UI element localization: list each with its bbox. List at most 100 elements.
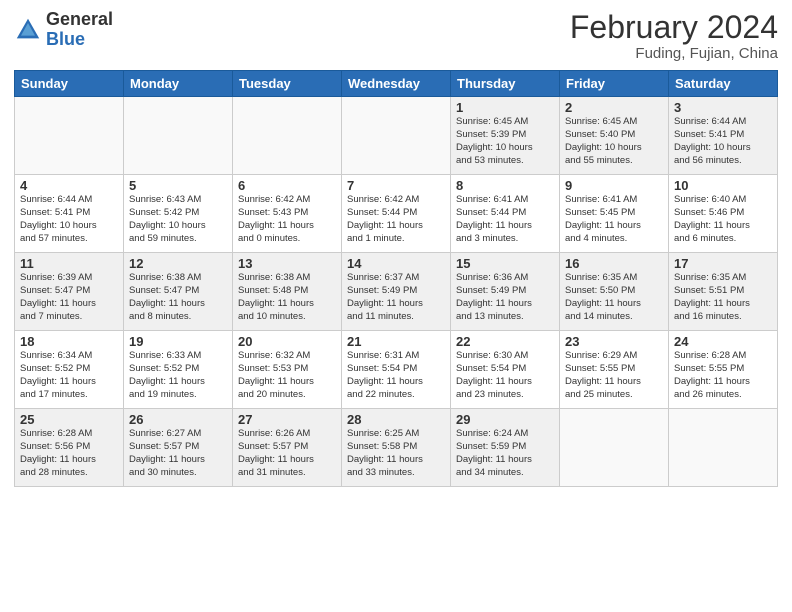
- calendar-cell: [669, 409, 778, 487]
- day-number: 26: [129, 412, 227, 427]
- calendar-cell: 23Sunrise: 6:29 AM Sunset: 5:55 PM Dayli…: [560, 331, 669, 409]
- calendar-cell: 3Sunrise: 6:44 AM Sunset: 5:41 PM Daylig…: [669, 97, 778, 175]
- day-number: 6: [238, 178, 336, 193]
- calendar-cell: 25Sunrise: 6:28 AM Sunset: 5:56 PM Dayli…: [15, 409, 124, 487]
- title-block: February 2024 Fuding, Fujian, China: [570, 10, 778, 62]
- day-number: 15: [456, 256, 554, 271]
- calendar-cell: 29Sunrise: 6:24 AM Sunset: 5:59 PM Dayli…: [451, 409, 560, 487]
- day-number: 3: [674, 100, 772, 115]
- day-number: 23: [565, 334, 663, 349]
- day-info: Sunrise: 6:43 AM Sunset: 5:42 PM Dayligh…: [129, 194, 227, 245]
- header: General Blue February 2024 Fuding, Fujia…: [14, 10, 778, 62]
- calendar-cell: 19Sunrise: 6:33 AM Sunset: 5:52 PM Dayli…: [124, 331, 233, 409]
- calendar-cell: 27Sunrise: 6:26 AM Sunset: 5:57 PM Dayli…: [233, 409, 342, 487]
- weekday-header-row: Sunday Monday Tuesday Wednesday Thursday…: [15, 71, 778, 97]
- day-number: 29: [456, 412, 554, 427]
- day-info: Sunrise: 6:37 AM Sunset: 5:49 PM Dayligh…: [347, 272, 445, 323]
- day-number: 25: [20, 412, 118, 427]
- day-number: 5: [129, 178, 227, 193]
- logo-blue-text: Blue: [46, 30, 113, 50]
- calendar-cell: [15, 97, 124, 175]
- day-info: Sunrise: 6:42 AM Sunset: 5:44 PM Dayligh…: [347, 194, 445, 245]
- month-year-title: February 2024: [570, 10, 778, 45]
- day-info: Sunrise: 6:45 AM Sunset: 5:39 PM Dayligh…: [456, 116, 554, 167]
- day-info: Sunrise: 6:42 AM Sunset: 5:43 PM Dayligh…: [238, 194, 336, 245]
- calendar-cell: [233, 97, 342, 175]
- day-number: 28: [347, 412, 445, 427]
- day-number: 2: [565, 100, 663, 115]
- day-info: Sunrise: 6:44 AM Sunset: 5:41 PM Dayligh…: [20, 194, 118, 245]
- day-number: 18: [20, 334, 118, 349]
- day-info: Sunrise: 6:45 AM Sunset: 5:40 PM Dayligh…: [565, 116, 663, 167]
- calendar-cell: 5Sunrise: 6:43 AM Sunset: 5:42 PM Daylig…: [124, 175, 233, 253]
- calendar-cell: 26Sunrise: 6:27 AM Sunset: 5:57 PM Dayli…: [124, 409, 233, 487]
- calendar-cell: 28Sunrise: 6:25 AM Sunset: 5:58 PM Dayli…: [342, 409, 451, 487]
- day-number: 17: [674, 256, 772, 271]
- calendar-cell: [560, 409, 669, 487]
- calendar-week-1: 1Sunrise: 6:45 AM Sunset: 5:39 PM Daylig…: [15, 97, 778, 175]
- calendar-cell: [124, 97, 233, 175]
- calendar-cell: 17Sunrise: 6:35 AM Sunset: 5:51 PM Dayli…: [669, 253, 778, 331]
- header-friday: Friday: [560, 71, 669, 97]
- logo-text: General Blue: [46, 10, 113, 50]
- day-number: 16: [565, 256, 663, 271]
- day-info: Sunrise: 6:33 AM Sunset: 5:52 PM Dayligh…: [129, 350, 227, 401]
- header-tuesday: Tuesday: [233, 71, 342, 97]
- header-monday: Monday: [124, 71, 233, 97]
- calendar-cell: 6Sunrise: 6:42 AM Sunset: 5:43 PM Daylig…: [233, 175, 342, 253]
- day-info: Sunrise: 6:28 AM Sunset: 5:55 PM Dayligh…: [674, 350, 772, 401]
- day-info: Sunrise: 6:32 AM Sunset: 5:53 PM Dayligh…: [238, 350, 336, 401]
- header-wednesday: Wednesday: [342, 71, 451, 97]
- day-number: 22: [456, 334, 554, 349]
- day-info: Sunrise: 6:25 AM Sunset: 5:58 PM Dayligh…: [347, 428, 445, 479]
- day-info: Sunrise: 6:28 AM Sunset: 5:56 PM Dayligh…: [20, 428, 118, 479]
- calendar-cell: 1Sunrise: 6:45 AM Sunset: 5:39 PM Daylig…: [451, 97, 560, 175]
- day-info: Sunrise: 6:24 AM Sunset: 5:59 PM Dayligh…: [456, 428, 554, 479]
- day-number: 10: [674, 178, 772, 193]
- calendar-table: Sunday Monday Tuesday Wednesday Thursday…: [14, 70, 778, 487]
- calendar-cell: 4Sunrise: 6:44 AM Sunset: 5:41 PM Daylig…: [15, 175, 124, 253]
- day-number: 9: [565, 178, 663, 193]
- header-sunday: Sunday: [15, 71, 124, 97]
- day-number: 13: [238, 256, 336, 271]
- day-info: Sunrise: 6:27 AM Sunset: 5:57 PM Dayligh…: [129, 428, 227, 479]
- day-number: 12: [129, 256, 227, 271]
- day-info: Sunrise: 6:35 AM Sunset: 5:51 PM Dayligh…: [674, 272, 772, 323]
- calendar-cell: 9Sunrise: 6:41 AM Sunset: 5:45 PM Daylig…: [560, 175, 669, 253]
- logo-general-text: General: [46, 10, 113, 30]
- day-number: 24: [674, 334, 772, 349]
- day-number: 8: [456, 178, 554, 193]
- calendar-cell: 12Sunrise: 6:38 AM Sunset: 5:47 PM Dayli…: [124, 253, 233, 331]
- header-thursday: Thursday: [451, 71, 560, 97]
- calendar-week-4: 18Sunrise: 6:34 AM Sunset: 5:52 PM Dayli…: [15, 331, 778, 409]
- calendar-cell: [342, 97, 451, 175]
- day-number: 27: [238, 412, 336, 427]
- calendar-cell: 14Sunrise: 6:37 AM Sunset: 5:49 PM Dayli…: [342, 253, 451, 331]
- day-number: 19: [129, 334, 227, 349]
- day-info: Sunrise: 6:44 AM Sunset: 5:41 PM Dayligh…: [674, 116, 772, 167]
- calendar-cell: 11Sunrise: 6:39 AM Sunset: 5:47 PM Dayli…: [15, 253, 124, 331]
- day-info: Sunrise: 6:35 AM Sunset: 5:50 PM Dayligh…: [565, 272, 663, 323]
- logo-icon: [14, 16, 42, 44]
- day-info: Sunrise: 6:41 AM Sunset: 5:44 PM Dayligh…: [456, 194, 554, 245]
- calendar-week-2: 4Sunrise: 6:44 AM Sunset: 5:41 PM Daylig…: [15, 175, 778, 253]
- calendar-week-3: 11Sunrise: 6:39 AM Sunset: 5:47 PM Dayli…: [15, 253, 778, 331]
- calendar-cell: 16Sunrise: 6:35 AM Sunset: 5:50 PM Dayli…: [560, 253, 669, 331]
- location-subtitle: Fuding, Fujian, China: [570, 45, 778, 62]
- calendar-cell: 13Sunrise: 6:38 AM Sunset: 5:48 PM Dayli…: [233, 253, 342, 331]
- day-number: 14: [347, 256, 445, 271]
- calendar-cell: 15Sunrise: 6:36 AM Sunset: 5:49 PM Dayli…: [451, 253, 560, 331]
- calendar-week-5: 25Sunrise: 6:28 AM Sunset: 5:56 PM Dayli…: [15, 409, 778, 487]
- calendar-cell: 8Sunrise: 6:41 AM Sunset: 5:44 PM Daylig…: [451, 175, 560, 253]
- day-info: Sunrise: 6:41 AM Sunset: 5:45 PM Dayligh…: [565, 194, 663, 245]
- day-number: 20: [238, 334, 336, 349]
- calendar-cell: 18Sunrise: 6:34 AM Sunset: 5:52 PM Dayli…: [15, 331, 124, 409]
- calendar-cell: 10Sunrise: 6:40 AM Sunset: 5:46 PM Dayli…: [669, 175, 778, 253]
- day-info: Sunrise: 6:34 AM Sunset: 5:52 PM Dayligh…: [20, 350, 118, 401]
- day-info: Sunrise: 6:36 AM Sunset: 5:49 PM Dayligh…: [456, 272, 554, 323]
- day-info: Sunrise: 6:26 AM Sunset: 5:57 PM Dayligh…: [238, 428, 336, 479]
- calendar-cell: 7Sunrise: 6:42 AM Sunset: 5:44 PM Daylig…: [342, 175, 451, 253]
- day-info: Sunrise: 6:39 AM Sunset: 5:47 PM Dayligh…: [20, 272, 118, 323]
- page: General Blue February 2024 Fuding, Fujia…: [0, 0, 792, 612]
- day-info: Sunrise: 6:40 AM Sunset: 5:46 PM Dayligh…: [674, 194, 772, 245]
